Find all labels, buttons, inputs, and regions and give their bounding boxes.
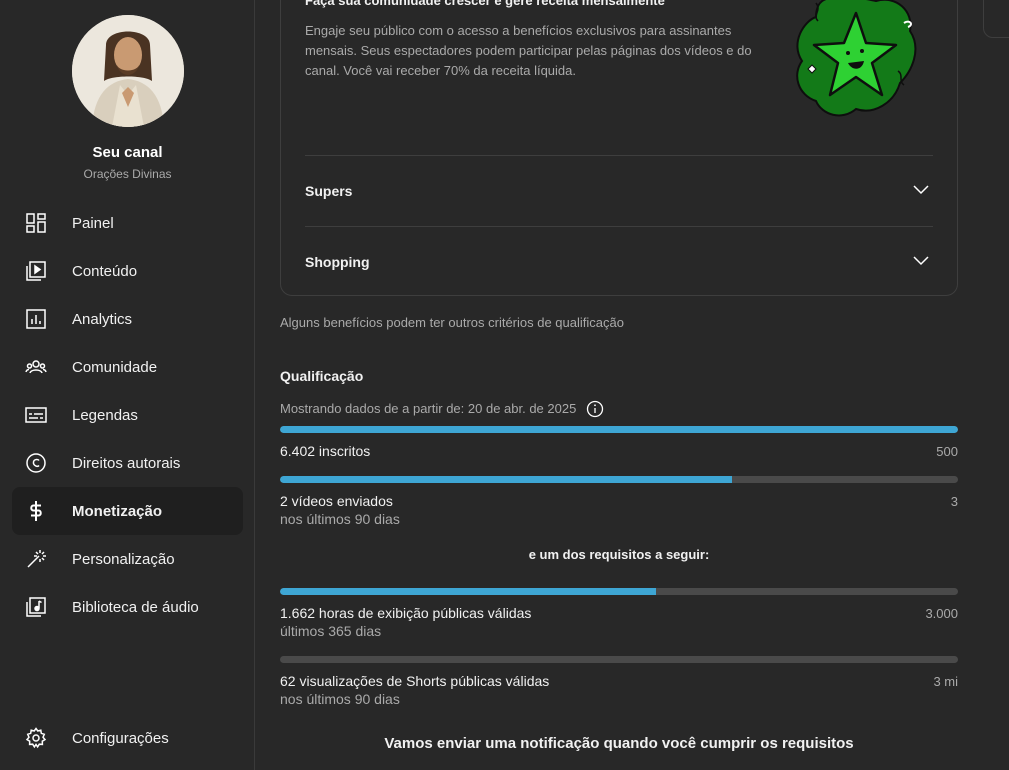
gear-icon (24, 726, 48, 750)
nav-label: Configurações (72, 729, 169, 747)
metric-label: 1.662 horas de exibição públicas válidas (280, 605, 532, 621)
copyright-icon (24, 451, 48, 475)
channel-avatar[interactable] (72, 15, 184, 127)
chevron-down-icon (909, 248, 933, 277)
progress-fill (280, 476, 733, 483)
main-content: Faça sua comunidade crescer e gere recei… (256, 0, 1009, 770)
nav-item-painel[interactable]: Painel (12, 199, 243, 247)
metric-period: nos últimos 90 dias (280, 511, 400, 527)
dollar-icon (24, 499, 48, 523)
accordion-supers[interactable]: Supers (305, 156, 933, 226)
notification-message: Vamos enviar uma notificação quando você… (384, 735, 854, 752)
eligibility-note: Alguns benefícios podem ter outros crité… (280, 315, 624, 330)
uploads-progress-bar (280, 476, 958, 483)
metric-target: 3.000 (925, 606, 958, 621)
accordion-label: Supers (305, 183, 353, 199)
progress-fill (280, 426, 958, 433)
sidebar: Seu canal Orações Divinas Painel Conteúd… (0, 0, 255, 770)
membership-heading: Faça sua comunidade crescer e gere recei… (305, 0, 665, 8)
audio-library-icon (24, 595, 48, 619)
side-panel-edge (983, 0, 1009, 38)
nav-item-personalizacao[interactable]: Personalização (12, 535, 243, 583)
metric-target: 3 (950, 494, 958, 509)
star-illustration (786, 0, 926, 121)
nav-item-legendas[interactable]: Legendas (12, 391, 243, 439)
nav-label: Monetização (72, 502, 163, 520)
subscribers-progress-bar (280, 426, 958, 433)
nav-item-conteudo[interactable]: Conteúdo (12, 247, 243, 295)
nav-label: Comunidade (72, 358, 158, 376)
analytics-icon (24, 307, 48, 331)
channel-title: Seu canal (92, 144, 163, 161)
channel-name: Orações Divinas (83, 167, 172, 181)
content-icon (24, 259, 48, 283)
info-icon[interactable] (586, 400, 604, 418)
nav-item-comunidade[interactable]: Comunidade (12, 343, 243, 391)
metric-period: últimos 365 dias (280, 623, 382, 639)
progress-fill (280, 588, 656, 595)
metric-target: 500 (936, 444, 958, 459)
nav-label: Personalização (72, 550, 175, 568)
chevron-down-icon (909, 177, 933, 206)
metric-label: 62 visualizações de Shorts públicas váli… (280, 673, 550, 689)
membership-description: Engaje seu público com o acesso a benefí… (305, 23, 752, 78)
magic-wand-icon (24, 547, 48, 571)
nav-label: Conteúdo (72, 262, 138, 280)
metric-label: 6.402 inscritos (280, 443, 371, 459)
shorts-views-progress-bar (280, 656, 958, 663)
community-icon (24, 355, 48, 379)
nav-item-monetizacao[interactable]: Monetização (12, 487, 243, 535)
metric-period: nos últimos 90 dias (280, 691, 400, 707)
membership-card: Faça sua comunidade crescer e gere recei… (280, 0, 958, 296)
qualification-date: Mostrando dados de a partir de: 20 de ab… (280, 400, 604, 418)
accordion-shopping[interactable]: Shopping (305, 227, 933, 297)
nav-item-biblioteca-de-audio[interactable]: Biblioteca de áudio (12, 583, 243, 631)
nav-label: Biblioteca de áudio (72, 598, 199, 616)
accordion-label: Shopping (305, 254, 370, 270)
subtitles-icon (24, 403, 48, 427)
nav-item-analytics[interactable]: Analytics (12, 295, 243, 343)
nav-item-direitos-autorais[interactable]: Direitos autorais (12, 439, 243, 487)
nav-item-configuracoes[interactable]: Configurações (12, 714, 243, 762)
metric-target: 3 mi (933, 674, 958, 689)
requirement-text: e um dos requisitos a seguir: (528, 547, 710, 562)
nav-label: Painel (72, 214, 114, 232)
nav-label: Legendas (72, 406, 138, 424)
date-text: Mostrando dados de a partir de: 20 de ab… (280, 400, 577, 416)
dashboard-icon (24, 211, 48, 235)
metric-label: 2 vídeos enviados (280, 493, 393, 509)
nav-label: Analytics (72, 310, 133, 328)
qualification-title: Qualificação (280, 368, 364, 384)
nav-label: Direitos autorais (72, 454, 181, 472)
watch-hours-progress-bar (280, 588, 958, 595)
